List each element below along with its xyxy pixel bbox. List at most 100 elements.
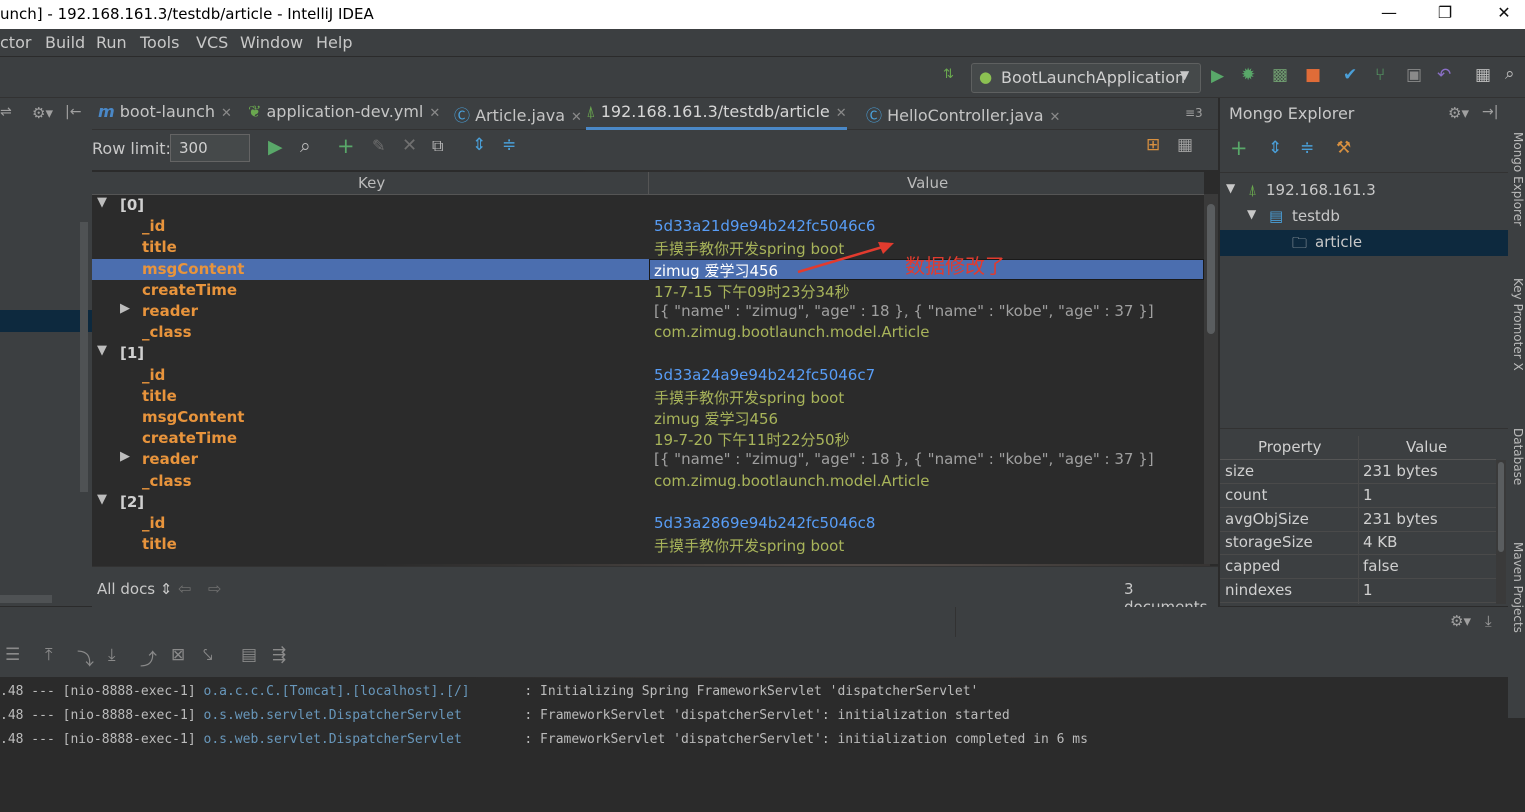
table-row[interactable]: _id 5d33a2869e94b242fc5046c8	[92, 513, 1204, 534]
chevron-down-icon[interactable]: ▼	[97, 492, 107, 507]
tab-application-dev-yml[interactable]: ❦ application-dev.yml ✕	[248, 102, 440, 127]
value-column-header[interactable]: Value	[907, 174, 948, 192]
table-row[interactable]: ▼ [0]	[92, 195, 1204, 216]
tree-view-icon[interactable]: ⊞	[1146, 135, 1160, 155]
sort-icon[interactable]: ⇅	[943, 67, 954, 82]
cell-key[interactable]: msgContent	[142, 408, 244, 426]
table-row[interactable]: msgContent zimug 爱学习456	[92, 407, 1204, 428]
chevron-down-icon[interactable]: ▼	[97, 195, 107, 210]
menu-window[interactable]: Window	[240, 33, 303, 52]
close-tab-icon[interactable]: ✕	[221, 106, 232, 121]
cell-key[interactable]: _id	[142, 366, 165, 384]
run-icon[interactable]: ▶	[1211, 66, 1224, 86]
props-scrollbar[interactable]	[1496, 460, 1506, 604]
collapse-all-icon[interactable]: ≑	[1300, 138, 1314, 158]
table-row[interactable]: createTime 17-7-15 下午09时23分34秒	[92, 280, 1204, 301]
cell-key[interactable]: title	[142, 387, 177, 405]
cell-value[interactable]: zimug 爱学习456	[654, 260, 778, 281]
menu-vcs[interactable]: VCS	[196, 33, 228, 52]
collapse-all-icon[interactable]: ≑	[502, 135, 516, 155]
debug-icon[interactable]: ✹	[1241, 65, 1255, 85]
vcs-update-icon[interactable]: ✔	[1343, 65, 1357, 85]
table-row[interactable]: _class com.zimug.bootlaunch.model.Article	[92, 322, 1204, 343]
cell-value[interactable]: 17-7-15 下午09时23分34秒	[654, 281, 850, 302]
cell-value[interactable]: com.zimug.bootlaunch.model.Article	[654, 472, 930, 490]
tab-overflow-button[interactable]: ≡3	[1185, 106, 1203, 120]
horizontal-scrollbar[interactable]	[0, 595, 52, 603]
copy-icon[interactable]: ⧉	[432, 136, 443, 156]
tab-mongo-article[interactable]: ⍋ 192.168.161.3/testdb/article ✕	[586, 102, 847, 130]
table-view-icon[interactable]: ▦	[1177, 135, 1193, 155]
cell-value[interactable]: 手摸手教你开发spring boot	[654, 387, 844, 408]
cell-key[interactable]: _class	[142, 472, 192, 490]
table-row[interactable]: _id 5d33a24a9e94b242fc5046c7	[92, 365, 1204, 386]
cell-value[interactable]: 5d33a24a9e94b242fc5046c7	[654, 366, 875, 384]
side-tab-key-promoter[interactable]: Key Promoter X	[1508, 278, 1525, 371]
table-row[interactable]: ▶ reader [{ "name" : "zimug", "age" : 18 }…	[92, 449, 1204, 470]
side-tab-mongo-explorer[interactable]: Mongo Explorer	[1508, 132, 1525, 226]
gear-icon[interactable]: ⚙▾	[1450, 612, 1471, 630]
scroll-thumb[interactable]	[1207, 204, 1215, 334]
tab-article-java[interactable]: Ⓒ Article.java ✕	[454, 102, 582, 127]
menu-help[interactable]: Help	[316, 33, 352, 52]
cell-value[interactable]: 5d33a21d9e94b242fc5046c6	[654, 217, 875, 235]
list-icon[interactable]: ☰	[5, 645, 20, 665]
cell-key[interactable]: title	[142, 535, 177, 553]
filter-dropdown[interactable]: All docs ⇕	[97, 580, 172, 598]
evaluate-icon[interactable]: ▤	[241, 645, 257, 665]
cell-value[interactable]: 5d33a2869e94b242fc5046c8	[654, 514, 875, 532]
hide-panel-icon[interactable]: |←	[65, 104, 81, 120]
log-class-link[interactable]: o.s.web.servlet.DispatcherServlet	[204, 732, 517, 747]
execute-query-icon[interactable]: ▶	[268, 136, 283, 158]
log-class-link[interactable]: o.s.web.servlet.DispatcherServlet	[204, 708, 517, 723]
tree-node-server[interactable]: ▼ ⍋ 192.168.161.3	[1220, 178, 1508, 204]
table-row[interactable]: title 手摸手教你开发spring boot	[92, 237, 1204, 258]
cell-value[interactable]: 手摸手教你开发spring boot	[654, 535, 844, 556]
vcs-commit-icon[interactable]: ⑂	[1375, 65, 1385, 85]
revert-icon[interactable]: ↶	[1437, 65, 1451, 85]
selected-project-item[interactable]	[0, 310, 92, 332]
gear-icon[interactable]: ⚙▾	[32, 104, 53, 122]
edit-icon[interactable]: ✎	[372, 136, 385, 155]
side-tab-maven-projects[interactable]: Maven Projects	[1508, 542, 1525, 633]
table-row[interactable]: ▼ [1]	[92, 343, 1204, 364]
delete-icon[interactable]: ✕	[402, 135, 417, 156]
menu-refactor[interactable]: ctor	[0, 33, 31, 52]
table-row[interactable]: ▶ reader [{ "name" : "zimug", "age" : 18 }…	[92, 301, 1204, 322]
settings-wrench-icon[interactable]: ⚒	[1336, 138, 1351, 158]
close-tab-icon[interactable]: ✕	[836, 106, 847, 121]
table-row[interactable]: title 手摸手教你开发spring boot	[92, 534, 1204, 555]
step-into-icon[interactable]: ⤓	[108, 645, 116, 665]
cell-value[interactable]: 19-7-20 下午11时22分50秒	[654, 429, 850, 450]
cell-value[interactable]: zimug 爱学习456	[654, 408, 778, 429]
cell-key[interactable]: [1]	[120, 344, 144, 362]
scroll-top-icon[interactable]: ⤒	[45, 645, 53, 665]
project-structure-icon[interactable]: ▦	[1475, 65, 1491, 85]
tree-node-database[interactable]: ▼ ▤ testdb	[1220, 204, 1508, 230]
add-document-icon[interactable]: +	[337, 134, 355, 158]
column-divider[interactable]	[1358, 436, 1359, 604]
maximize-button[interactable]: ❐	[1425, 3, 1465, 25]
close-button[interactable]: ✕	[1484, 3, 1524, 25]
coverage-icon[interactable]: ▩	[1272, 65, 1288, 85]
cell-key[interactable]: [0]	[120, 196, 144, 214]
cell-key[interactable]: _id	[142, 217, 165, 235]
history-icon[interactable]: ▣	[1406, 65, 1422, 85]
minimize-button[interactable]: —	[1369, 3, 1409, 25]
previous-page-icon[interactable]: ⇦	[178, 579, 191, 598]
table-row[interactable]: msgContent zimug 爱学习456	[92, 258, 1204, 281]
cell-key[interactable]: _id	[142, 514, 165, 532]
cell-value[interactable]: com.zimug.bootlaunch.model.Article	[654, 323, 930, 341]
cell-key[interactable]: [2]	[120, 493, 144, 511]
add-server-icon[interactable]: +	[1230, 136, 1248, 160]
tree-node-collection[interactable]: 🗀 article	[1220, 230, 1508, 256]
splitter[interactable]	[1220, 428, 1508, 435]
log-class-link[interactable]: o.a.c.c.C.[Tomcat].[localhost].[/]	[204, 684, 517, 699]
cell-value[interactable]: [{ "name" : "zimug", "age" : 18 }, { "na…	[654, 302, 1154, 320]
step-out-icon[interactable]: ⤴	[140, 645, 157, 670]
run-to-cursor-icon[interactable]: ⤥	[203, 645, 213, 665]
find-icon[interactable]: ⌕	[300, 135, 311, 157]
menu-tools[interactable]: Tools	[140, 33, 179, 52]
close-tab-icon[interactable]: ✕	[1050, 110, 1061, 125]
chevron-right-icon[interactable]: ▶	[120, 301, 130, 316]
